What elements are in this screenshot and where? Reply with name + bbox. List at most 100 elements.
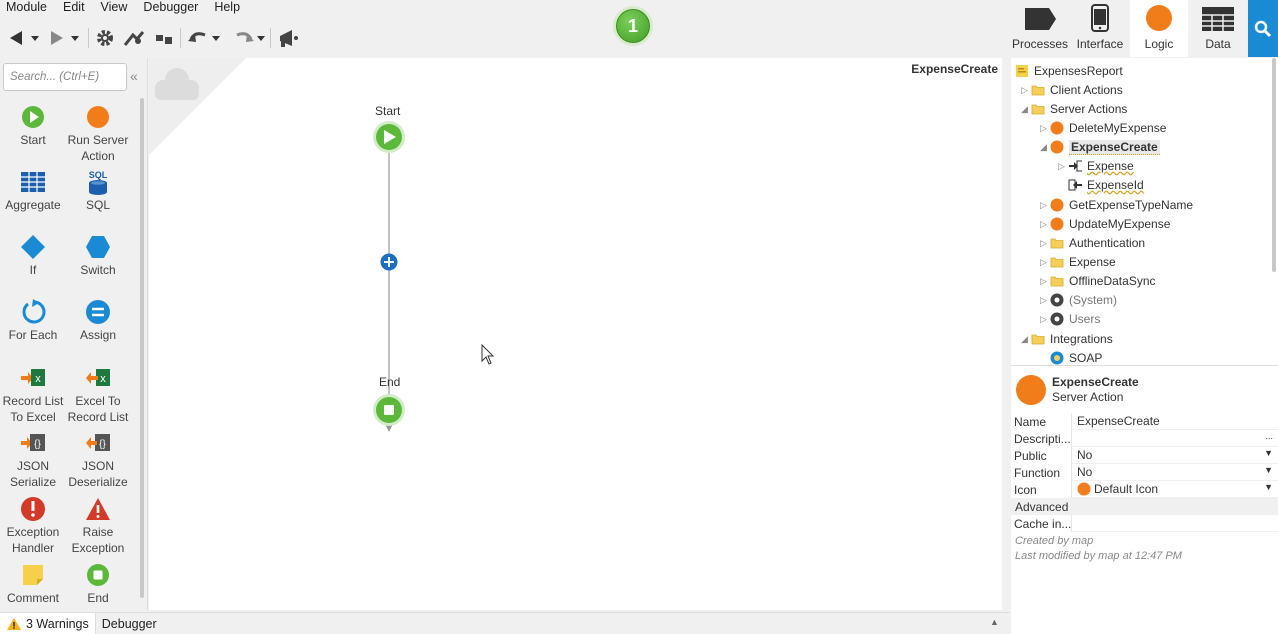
publish-settings-button[interactable]: [94, 26, 116, 50]
tab-interface[interactable]: Interface: [1070, 0, 1130, 57]
collapse-toolbox-button[interactable]: «: [130, 68, 138, 84]
expand-arrow-icon[interactable]: ▷: [1040, 200, 1050, 211]
prop-key: Descripti...: [1014, 431, 1071, 446]
folder-icon: [1031, 83, 1045, 97]
tool-excel-to-record-list[interactable]: x Excel To Record List: [65, 365, 131, 425]
tool-for-each[interactable]: For Each: [0, 299, 66, 343]
debug-button[interactable]: [122, 26, 146, 50]
tree-node-input-expense[interactable]: ▷ Expense: [1058, 157, 1134, 175]
tool-start[interactable]: Start: [0, 104, 66, 148]
tool-record-list-to-excel[interactable]: x Record List To Excel: [0, 365, 66, 425]
prop-icon-select[interactable]: Default Icon ▼: [1071, 481, 1278, 498]
end-node-label: End: [379, 375, 401, 389]
feedback-button[interactable]: [276, 26, 302, 50]
tool-end[interactable]: End: [65, 562, 131, 606]
tree-node-offline-data-sync[interactable]: ▷ OfflineDataSync: [1040, 272, 1156, 290]
tool-comment[interactable]: Comment: [0, 562, 66, 606]
tree-node-integrations[interactable]: ◢ Integrations: [1021, 330, 1113, 348]
prop-row-public: Public No ▼: [1011, 447, 1278, 464]
excel-to-record-list-icon: x: [86, 369, 110, 386]
prop-public-select[interactable]: No ▼: [1071, 447, 1278, 464]
tree-node-expense-create[interactable]: ◢ ExpenseCreate: [1040, 138, 1160, 156]
tab-processes[interactable]: Processes: [1010, 0, 1070, 57]
forward-button[interactable]: [48, 26, 84, 50]
tool-exception-handler[interactable]: Exception Handler: [0, 496, 66, 556]
references-icon: [156, 35, 172, 44]
tool-json-serialize[interactable]: {} JSON Serialize: [0, 430, 66, 490]
prop-name-field[interactable]: ExpenseCreate: [1071, 413, 1278, 430]
tool-assign[interactable]: Assign: [65, 299, 131, 343]
tree-node-soap[interactable]: SOAP: [1050, 349, 1102, 365]
tab-debugger[interactable]: Debugger: [96, 613, 163, 634]
tree-node-server-actions[interactable]: ◢ Server Actions: [1021, 100, 1127, 118]
menu-view[interactable]: View: [101, 0, 128, 16]
tab-processes-label: Processes: [1011, 37, 1069, 51]
tree-node-delete-my-expense[interactable]: ▷ DeleteMyExpense: [1040, 119, 1166, 137]
start-node[interactable]: [373, 121, 405, 153]
tool-aggregate[interactable]: Aggregate: [0, 169, 66, 213]
ellipsis-button[interactable]: ...: [1265, 431, 1273, 441]
undo-button[interactable]: [186, 26, 222, 50]
collapse-arrow-icon[interactable]: ◢: [1021, 104, 1031, 115]
tree-node-users[interactable]: ▷ Users: [1040, 310, 1100, 328]
expand-arrow-icon[interactable]: ▷: [1040, 238, 1050, 249]
tool-run-server-action[interactable]: Run Server Action: [65, 104, 131, 164]
toolbox-search-input[interactable]: Search... (Ctrl+E): [3, 63, 127, 91]
expand-arrow-icon[interactable]: ▷: [1021, 85, 1031, 96]
toolbox-scrollbar[interactable]: [140, 98, 144, 598]
tool-json-deserialize[interactable]: {} JSON Deserialize: [65, 430, 131, 490]
tree-node-module[interactable]: ExpensesReport: [1015, 62, 1123, 80]
tree-node-update-my-expense[interactable]: ▷ UpdateMyExpense: [1040, 215, 1170, 233]
expand-panel-icon[interactable]: ▲: [990, 617, 999, 627]
expand-arrow-icon[interactable]: ▷: [1040, 276, 1050, 287]
tree-node-authentication[interactable]: ▷ Authentication: [1040, 234, 1145, 252]
output-parameter-icon: [1068, 178, 1082, 192]
properties-header: ExpenseCreate Server Action: [1015, 371, 1275, 409]
publish-status-badge[interactable]: 1: [613, 6, 653, 46]
tab-data[interactable]: Data: [1188, 0, 1248, 57]
menu-edit[interactable]: Edit: [63, 0, 85, 16]
expand-arrow-icon[interactable]: ▷: [1040, 257, 1050, 268]
expand-arrow-icon[interactable]: ▷: [1040, 219, 1050, 230]
mouse-cursor-icon: [481, 344, 495, 365]
end-node[interactable]: [369, 390, 409, 430]
tool-sql[interactable]: SQL SQL: [65, 169, 131, 213]
tool-if[interactable]: If: [0, 234, 66, 278]
prop-description-field[interactable]: ...: [1071, 430, 1278, 447]
menu-debugger[interactable]: Debugger: [143, 0, 198, 16]
global-search-button[interactable]: [1248, 0, 1278, 57]
expand-arrow-icon[interactable]: ▷: [1040, 123, 1050, 134]
tree-node-system[interactable]: ▷ (System): [1040, 291, 1117, 309]
section-label: Advanced: [1015, 499, 1069, 514]
tool-raise-exception[interactable]: Raise Exception: [65, 496, 131, 556]
tree-scrollbar[interactable]: [1272, 58, 1276, 272]
collapse-arrow-icon[interactable]: ◢: [1021, 334, 1031, 345]
tool-label: Raise: [82, 525, 114, 539]
back-button[interactable]: [6, 26, 42, 50]
tree-node-get-expense-type-name[interactable]: ▷ GetExpenseTypeName: [1040, 196, 1193, 214]
tool-switch[interactable]: Switch: [65, 234, 131, 278]
tool-label: JSON: [81, 459, 114, 473]
tree-node-label: OfflineDataSync: [1069, 274, 1156, 288]
expand-arrow-icon[interactable]: ▷: [1040, 314, 1050, 325]
redo-button[interactable]: [230, 26, 266, 50]
menu-module[interactable]: Module: [6, 0, 47, 16]
tool-label: JSON: [16, 459, 49, 473]
tab-warnings[interactable]: 3 Warnings: [0, 612, 96, 634]
prop-value: No: [1077, 465, 1093, 479]
flow-canvas[interactable]: ExpenseCreate Start End: [149, 58, 1002, 610]
collapse-arrow-icon[interactable]: ◢: [1040, 142, 1050, 153]
expand-arrow-icon[interactable]: ▷: [1058, 161, 1068, 172]
tree-node-expense-folder[interactable]: ▷ Expense: [1040, 253, 1116, 271]
add-node-icon[interactable]: [380, 253, 398, 271]
tree-node-output-expense-id[interactable]: ExpenseId: [1068, 176, 1144, 194]
prop-cache-field[interactable]: [1071, 515, 1278, 532]
references-button[interactable]: [152, 26, 176, 50]
prop-section-advanced[interactable]: Advanced: [1011, 498, 1278, 515]
expand-arrow-icon[interactable]: ▷: [1040, 295, 1050, 306]
menu-help[interactable]: Help: [214, 0, 240, 16]
tree-node-client-actions[interactable]: ▷ Client Actions: [1021, 81, 1123, 99]
modified-by-note: Last modified by map at 12:47 PM: [1015, 550, 1182, 562]
tab-logic[interactable]: Logic: [1130, 0, 1188, 57]
prop-function-select[interactable]: No ▼: [1071, 464, 1278, 481]
